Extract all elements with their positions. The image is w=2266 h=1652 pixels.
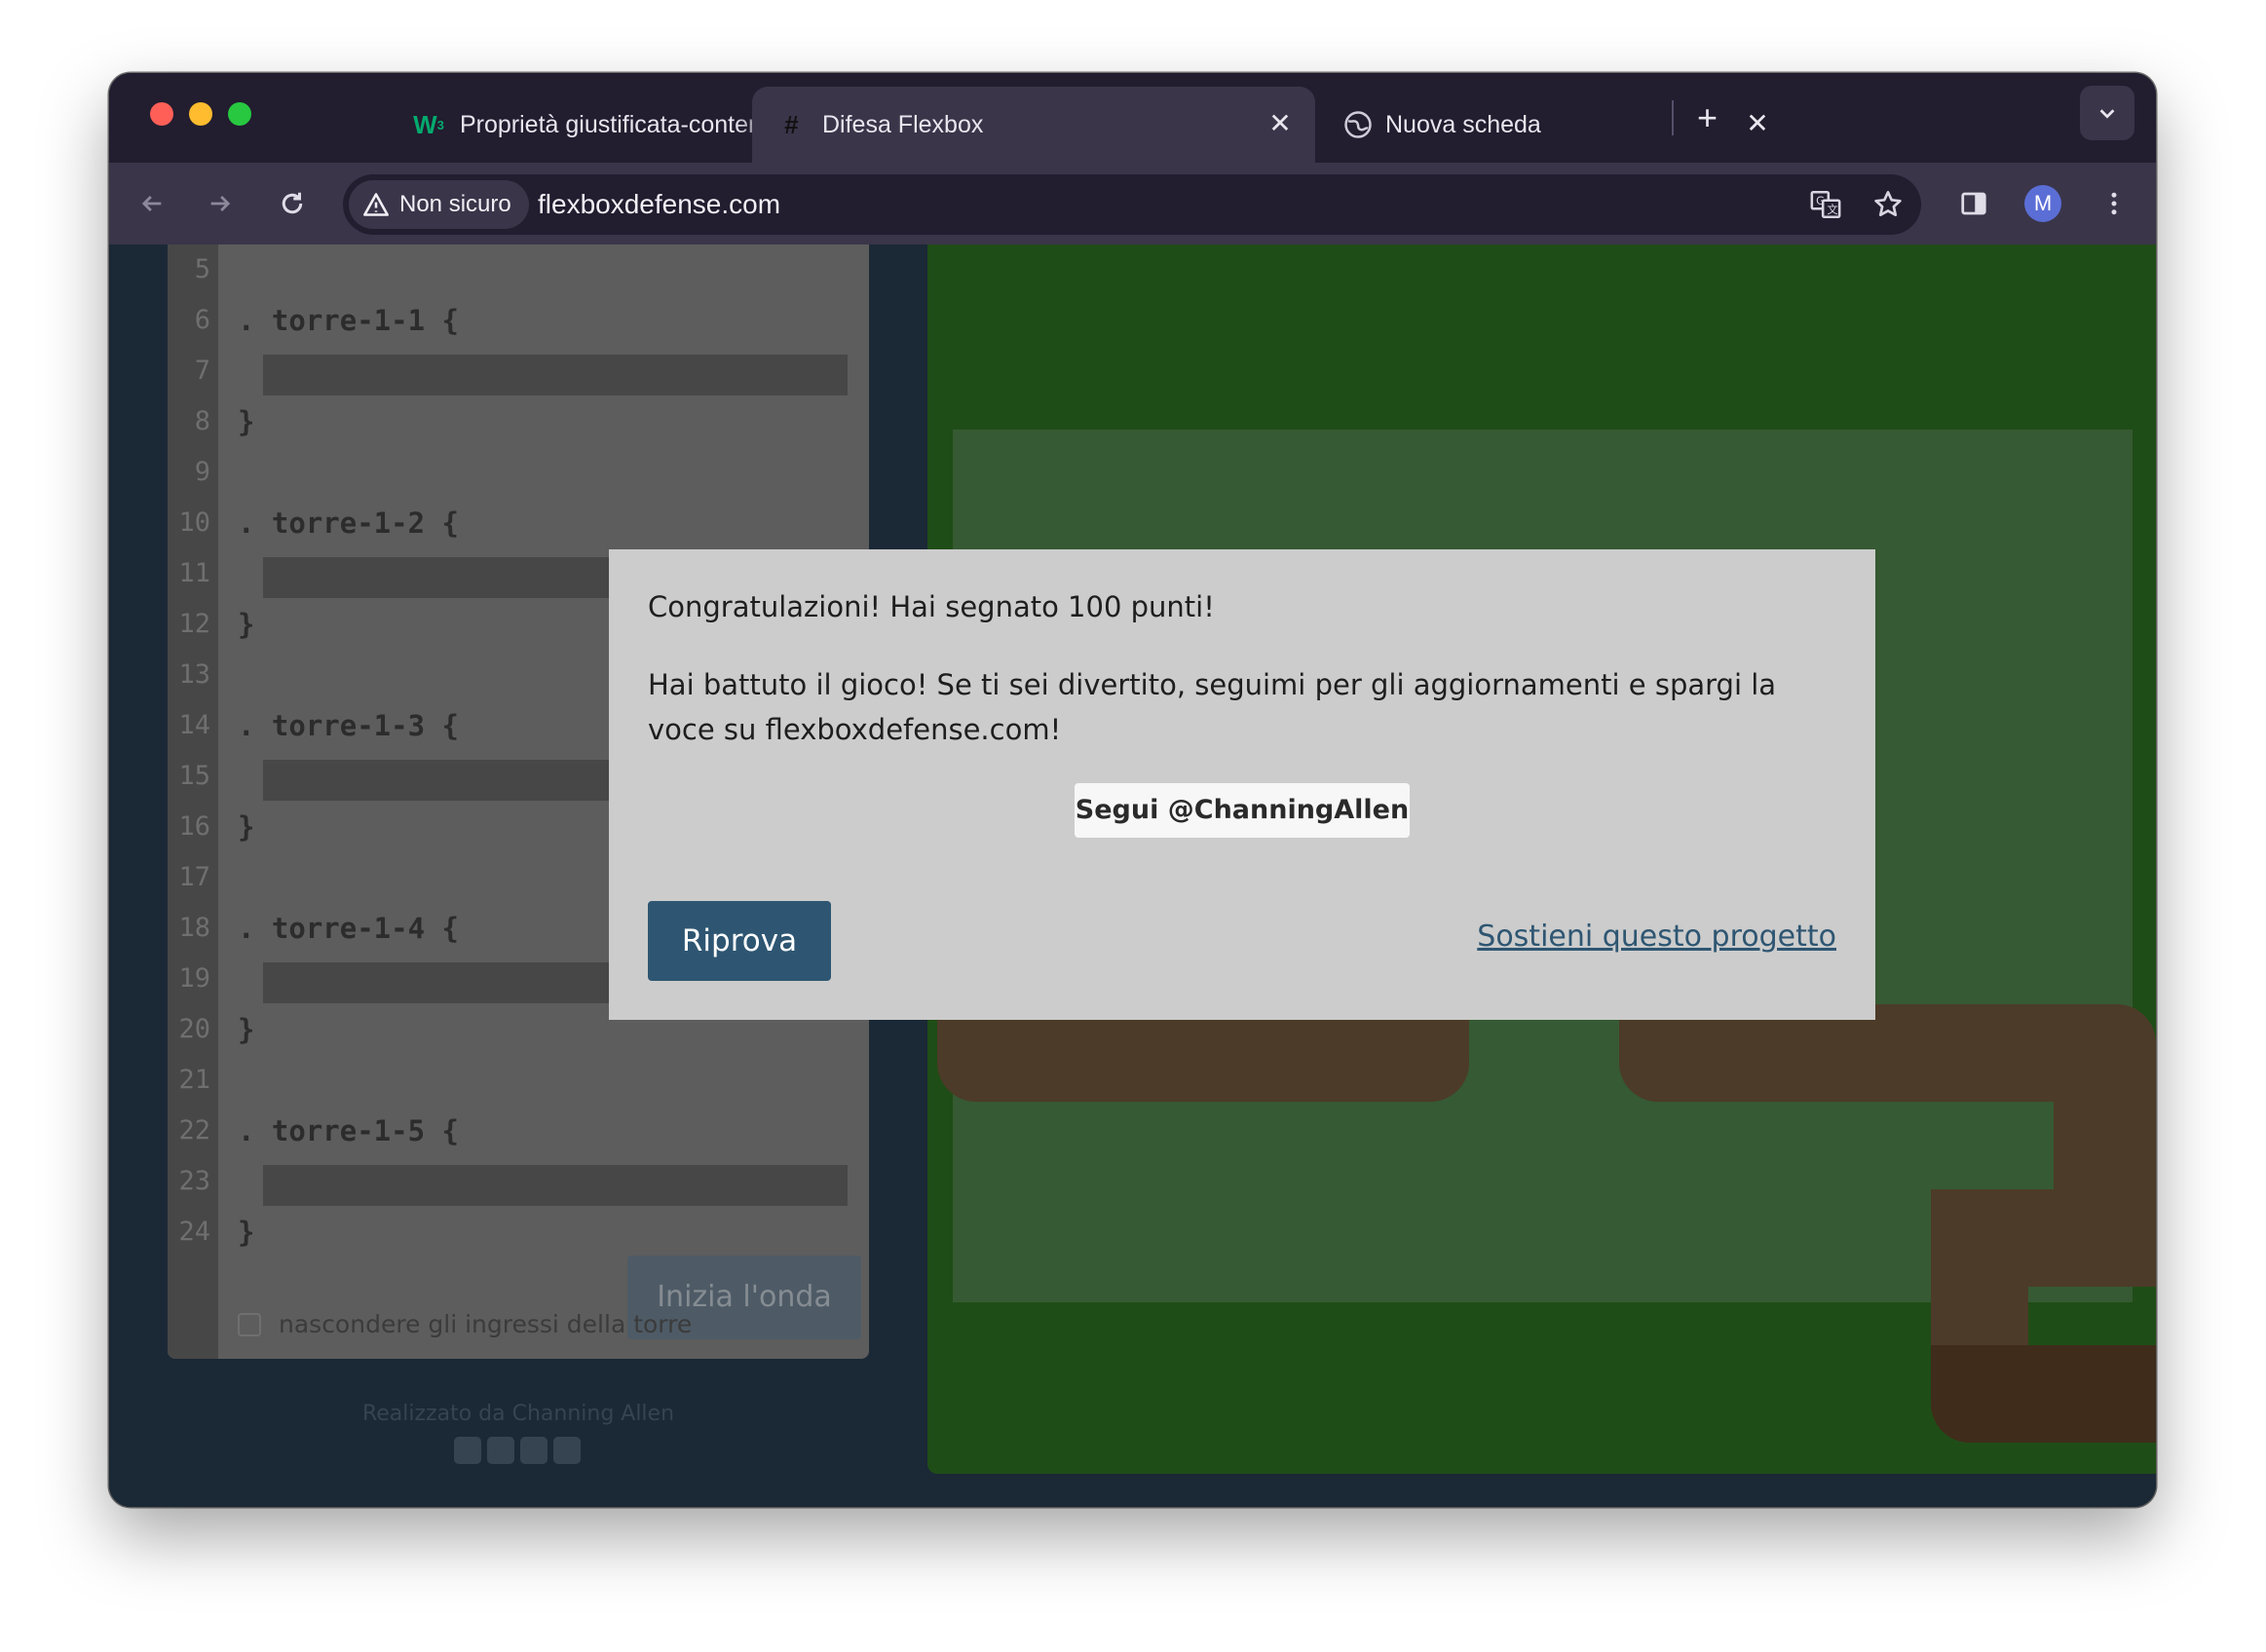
enemy-path — [1931, 1345, 2156, 1443]
facebook-icon[interactable] — [454, 1437, 481, 1464]
congratulations-modal: Congratulazioni! Hai segnato 100 punti! … — [609, 549, 1875, 1020]
retry-button[interactable]: Riprova — [648, 901, 831, 981]
line-number: 6 — [194, 305, 210, 335]
css-input-field[interactable] — [263, 1165, 848, 1206]
close-window-button[interactable] — [150, 102, 173, 126]
css-input-field[interactable] — [263, 355, 848, 395]
globe-icon — [1342, 109, 1374, 140]
hash-icon: # — [783, 109, 799, 139]
code-line: 7 — [168, 346, 869, 396]
follow-twitter-button[interactable]: Segui @ChanningAllen — [1075, 783, 1410, 838]
line-number: 13 — [178, 659, 210, 690]
css-selector: . torre-1-3 { — [238, 709, 459, 742]
reload-button[interactable] — [269, 180, 316, 227]
tab-bar: W3 Proprietà giustificata-contenuto ✕ # … — [109, 73, 2156, 163]
congrats-message: Congratulazioni! Hai segnato 100 punti! — [648, 590, 1215, 623]
line-number: 15 — [178, 761, 210, 791]
url-text[interactable]: flexboxdefense.com — [538, 174, 780, 235]
github-icon[interactable] — [553, 1437, 581, 1464]
code-line: 9 — [168, 447, 869, 498]
browser-toolbar: Non sicuro flexboxdefense.com G文 M — [109, 163, 2156, 244]
line-number: 7 — [194, 356, 210, 386]
line-number: 8 — [194, 406, 210, 436]
line-number: 9 — [194, 457, 210, 487]
css-selector: . torre-1-1 { — [238, 304, 459, 337]
side-panel-icon — [1961, 192, 1986, 215]
tab-title: Proprietà giustificata-contenuto — [460, 110, 783, 138]
close-tab-icon[interactable]: ✕ — [1742, 108, 1773, 139]
code-line: 24} — [168, 1207, 869, 1258]
reload-icon — [282, 192, 303, 214]
tab-divider — [1672, 100, 1674, 135]
line-number: 23 — [178, 1166, 210, 1196]
line-number: 19 — [178, 963, 210, 994]
css-selector: . torre-1-4 { — [238, 912, 459, 945]
warning-icon — [363, 193, 389, 216]
tab-search-button[interactable] — [2080, 86, 2134, 140]
code-line: 8} — [168, 396, 869, 447]
security-label: Non sicuro — [399, 191, 511, 217]
code-line: 22 . torre-1-5 { — [168, 1106, 869, 1156]
browser-menu-button[interactable] — [2091, 180, 2137, 227]
svg-text:G: G — [1816, 194, 1825, 207]
minimize-window-button[interactable] — [189, 102, 212, 126]
security-badge[interactable]: Non sicuro — [349, 180, 529, 229]
new-tab-icon[interactable]: + — [1697, 100, 1718, 135]
line-number: 24 — [178, 1217, 210, 1247]
closing-brace: } — [238, 405, 255, 438]
closing-brace: } — [238, 810, 255, 844]
forward-button[interactable] — [197, 180, 244, 227]
back-button[interactable] — [129, 180, 175, 227]
code-line: 10 . torre-1-2 { — [168, 498, 869, 548]
translate-icon[interactable]: G文 — [1808, 187, 1843, 222]
forward-arrow-icon — [210, 196, 231, 211]
page-content: 5 6 . torre-1-1 { 7 8} 9 10 . torre-1-2 { 11 12} 1… — [109, 244, 2156, 1507]
browser-window: W3 Proprietà giustificata-contenuto ✕ # … — [109, 73, 2156, 1507]
line-number: 10 — [178, 507, 210, 538]
bookmark-star-icon[interactable] — [1870, 187, 1906, 222]
line-number: 17 — [178, 862, 210, 892]
code-line: 6 . torre-1-1 { — [168, 295, 869, 346]
line-number: 14 — [178, 710, 210, 740]
code-line: 5 — [168, 244, 869, 295]
code-line: 21 — [168, 1055, 869, 1106]
linkedin-icon[interactable] — [520, 1437, 548, 1464]
side-panel-button[interactable] — [1950, 180, 1997, 227]
social-links — [454, 1437, 581, 1464]
completion-message: Hai battuto il gioco! Se ti sei divertit… — [648, 668, 1777, 746]
line-number: 16 — [178, 811, 210, 842]
line-number: 21 — [178, 1065, 210, 1095]
twitter-icon[interactable] — [487, 1437, 514, 1464]
address-bar[interactable]: Non sicuro flexboxdefense.com G文 — [343, 174, 1921, 235]
maximize-window-button[interactable] — [228, 102, 251, 126]
css-selector: . torre-1-2 { — [238, 507, 459, 540]
code-line: 23 — [168, 1156, 869, 1207]
css-selector: . torre-1-5 { — [238, 1114, 459, 1147]
line-number: 12 — [178, 609, 210, 639]
back-arrow-icon — [141, 196, 162, 211]
support-project-link[interactable]: Sostieni questo progetto — [1477, 920, 1836, 954]
tab-title: Nuova scheda — [1385, 110, 1541, 138]
closing-brace: } — [238, 608, 255, 641]
svg-text:文: 文 — [1827, 203, 1837, 216]
w3schools-icon: W3 — [413, 109, 444, 139]
line-number: 11 — [178, 558, 210, 588]
chevron-down-icon — [2099, 109, 2115, 119]
line-number: 5 — [194, 254, 210, 284]
line-number: 22 — [178, 1115, 210, 1145]
hide-entrances-checkbox[interactable] — [238, 1312, 261, 1336]
credits-text: Realizzato da Channing Allen — [361, 1402, 675, 1426]
profile-avatar[interactable]: M — [2024, 185, 2061, 222]
line-number: 18 — [178, 913, 210, 943]
line-number: 20 — [178, 1014, 210, 1044]
hide-entrances-row[interactable]: nascondere gli ingressi della torre — [238, 1310, 692, 1338]
closing-brace: } — [238, 1013, 255, 1046]
hide-entrances-label: nascondere gli ingressi della torre — [279, 1310, 693, 1338]
closing-brace: } — [238, 1216, 255, 1249]
more-vert-icon — [2111, 192, 2117, 215]
tab-title: Difesa Flexbox — [822, 110, 984, 138]
